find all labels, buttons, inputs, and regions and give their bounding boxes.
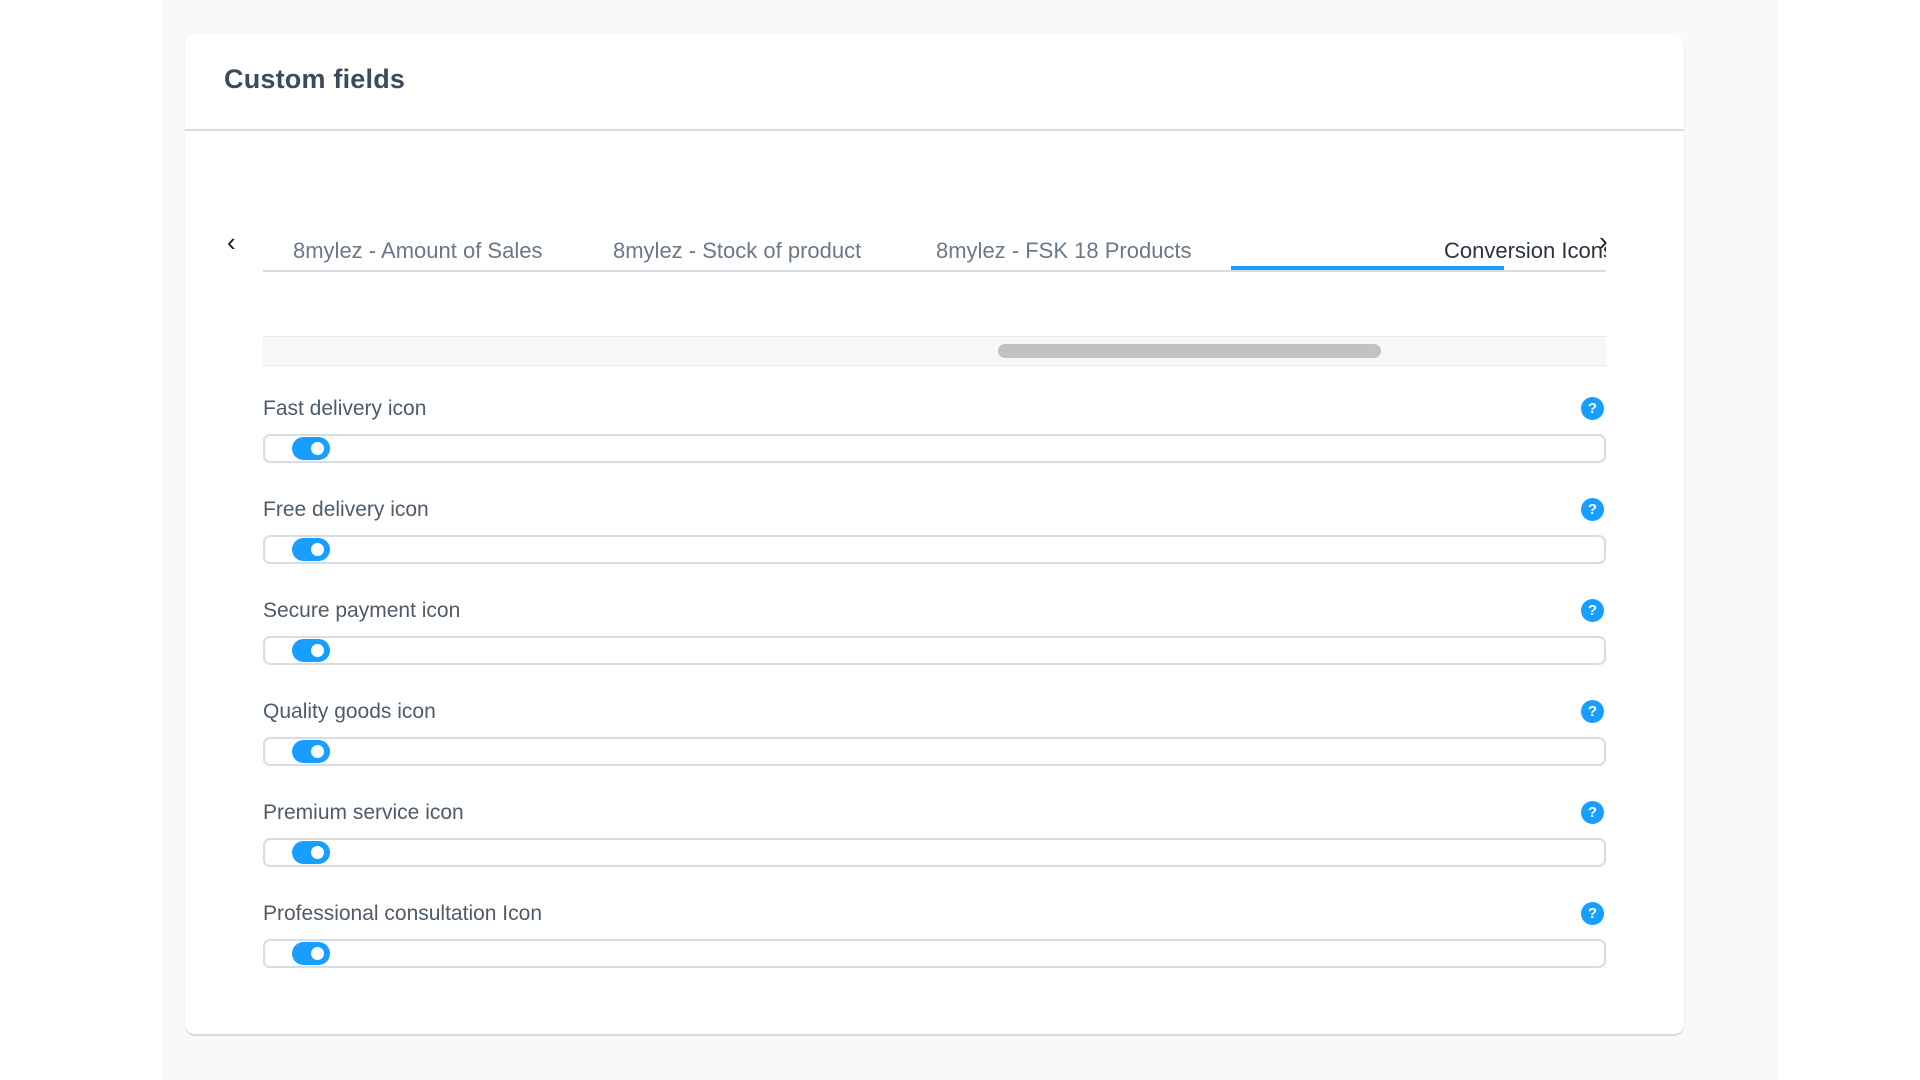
tab-list: 8mylez - Amount of Sales 8mylez - Stock … [263, 184, 1606, 272]
toggle-knob [311, 745, 324, 758]
toggle-switch[interactable] [292, 437, 330, 460]
help-icon[interactable]: ? [1581, 801, 1604, 824]
help-icon[interactable]: ? [1581, 902, 1604, 925]
field-list: Fast delivery icon ? Free delivery icon … [263, 392, 1606, 998]
toggle-switch[interactable] [292, 841, 330, 864]
toggle-switch[interactable] [292, 538, 330, 561]
chevron-left-icon[interactable]: ‹ [227, 229, 236, 255]
toggle-switch[interactable] [292, 942, 330, 965]
field-label: Secure payment icon [263, 599, 461, 622]
field-quality-goods: Quality goods icon ? [263, 695, 1606, 796]
help-icon[interactable]: ? [1581, 397, 1604, 420]
toggle-knob [311, 644, 324, 657]
field-label: Free delivery icon [263, 498, 429, 521]
field-label: Professional consultation Icon [263, 902, 542, 925]
toggle-switch[interactable] [292, 639, 330, 662]
field-label: Premium service icon [263, 801, 464, 824]
tab-amount-of-sales[interactable]: 8mylez - Amount of Sales [293, 238, 542, 264]
tab-fsk-18-products[interactable]: 8mylez - FSK 18 Products [936, 238, 1192, 264]
toggle-knob [311, 442, 324, 455]
toggle-knob [311, 947, 324, 960]
toggle-switch[interactable] [292, 740, 330, 763]
toggle-knob [311, 846, 324, 859]
help-icon[interactable]: ? [1581, 700, 1604, 723]
help-icon[interactable]: ? [1581, 599, 1604, 622]
tab-stock-of-product[interactable]: 8mylez - Stock of product [613, 238, 861, 264]
tab-scrollbar[interactable] [263, 336, 1606, 366]
field-label: Fast delivery icon [263, 397, 427, 420]
switch-field [263, 636, 1606, 665]
field-free-delivery: Free delivery icon ? [263, 493, 1606, 594]
tab-conversion-icons-set[interactable]: Conversion Icons Set [1444, 238, 1606, 264]
active-tab-indicator [1231, 266, 1504, 270]
field-premium-service: Premium service icon ? [263, 796, 1606, 897]
custom-fields-card: Custom fields ‹ 8mylez - Amount of Sales… [185, 34, 1684, 1034]
field-fast-delivery: Fast delivery icon ? [263, 392, 1606, 493]
switch-field [263, 737, 1606, 766]
card-title: Custom fields [224, 64, 406, 94]
field-secure-payment: Secure payment icon ? [263, 594, 1606, 695]
switch-field [263, 838, 1606, 867]
field-professional-consultation: Professional consultation Icon ? [263, 897, 1606, 998]
card-header: Custom fields [185, 34, 1684, 131]
switch-field [263, 535, 1606, 564]
switch-field [263, 939, 1606, 968]
chevron-right-icon[interactable]: › [1599, 228, 1608, 254]
scrollbar-thumb[interactable] [998, 344, 1381, 358]
toggle-knob [311, 543, 324, 556]
help-icon[interactable]: ? [1581, 498, 1604, 521]
field-label: Quality goods icon [263, 700, 436, 723]
switch-field [263, 434, 1606, 463]
